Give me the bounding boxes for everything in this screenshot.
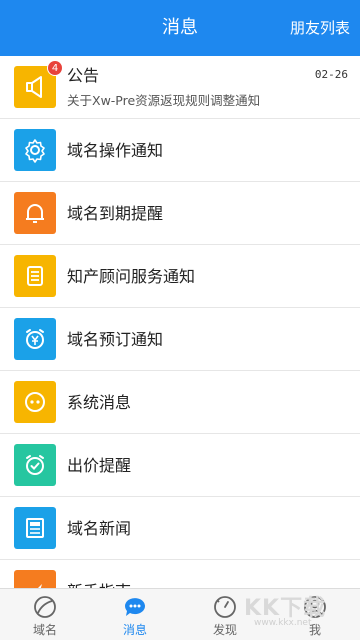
unread-badge: 4 bbox=[47, 60, 63, 76]
message-title: 新手指南 bbox=[67, 560, 131, 588]
tab-domain[interactable]: 域名 bbox=[0, 589, 90, 640]
message-title: 域名操作通知 bbox=[67, 141, 164, 160]
message-row-bid[interactable]: 出价提醒 bbox=[0, 434, 360, 497]
message-row-guide[interactable]: 新手指南 bbox=[0, 560, 360, 588]
message-title: 域名预订通知 bbox=[67, 330, 164, 349]
check-clock-icon bbox=[14, 444, 56, 486]
message-preview: 关于Xw-Pre资源返现规则调整通知 bbox=[67, 93, 261, 108]
message-title: 知产顾问服务通知 bbox=[67, 267, 196, 286]
message-row-system[interactable]: 系统消息 bbox=[0, 371, 360, 434]
guide-icon bbox=[14, 570, 56, 588]
domain-globe-icon bbox=[34, 596, 56, 618]
message-row-news[interactable]: 域名新闻 bbox=[0, 497, 360, 560]
message-row-reservation[interactable]: 域名预订通知 bbox=[0, 308, 360, 371]
compass-icon bbox=[214, 596, 236, 618]
message-title: 域名到期提醒 bbox=[67, 204, 164, 223]
message-title: 公告 bbox=[67, 66, 100, 85]
watermark-url: www.kkx.net bbox=[254, 618, 312, 628]
news-icon bbox=[14, 507, 56, 549]
message-row-expiry[interactable]: 域名到期提醒 bbox=[0, 182, 360, 245]
top-bar: 消息 朋友列表 bbox=[0, 0, 360, 56]
yen-alarm-icon bbox=[14, 318, 56, 360]
message-row-domain-operation[interactable]: 域名操作通知 bbox=[0, 119, 360, 182]
bell-icon bbox=[14, 192, 56, 234]
message-list: 4 公告 关于Xw-Pre资源返现规则调整通知 02-26 域名操作通知 域名到… bbox=[0, 56, 360, 588]
list-icon bbox=[14, 255, 56, 297]
gear-icon bbox=[14, 129, 56, 171]
tab-label: 域名 bbox=[32, 623, 57, 637]
app-screen: 消息 朋友列表 4 公告 关于Xw-Pre资源返现规则调整通知 02-26 域名… bbox=[0, 0, 360, 640]
tab-messages[interactable]: 消息 bbox=[90, 589, 180, 640]
message-title: 域名新闻 bbox=[67, 519, 132, 538]
message-row-notice[interactable]: 4 公告 关于Xw-Pre资源返现规则调整通知 02-26 bbox=[0, 56, 360, 119]
chat-bubble-icon bbox=[125, 598, 145, 616]
message-title: 出价提醒 bbox=[67, 456, 132, 475]
friends-list-link[interactable]: 朋友列表 bbox=[290, 0, 350, 56]
message-date: 02-26 bbox=[314, 68, 348, 81]
tab-label: 消息 bbox=[122, 623, 147, 637]
message-row-ip-consultant[interactable]: 知产顾问服务通知 bbox=[0, 245, 360, 308]
dots-icon bbox=[14, 381, 56, 423]
watermark: KK下载 www.kkx.net bbox=[244, 586, 354, 632]
message-title: 系统消息 bbox=[67, 393, 132, 412]
